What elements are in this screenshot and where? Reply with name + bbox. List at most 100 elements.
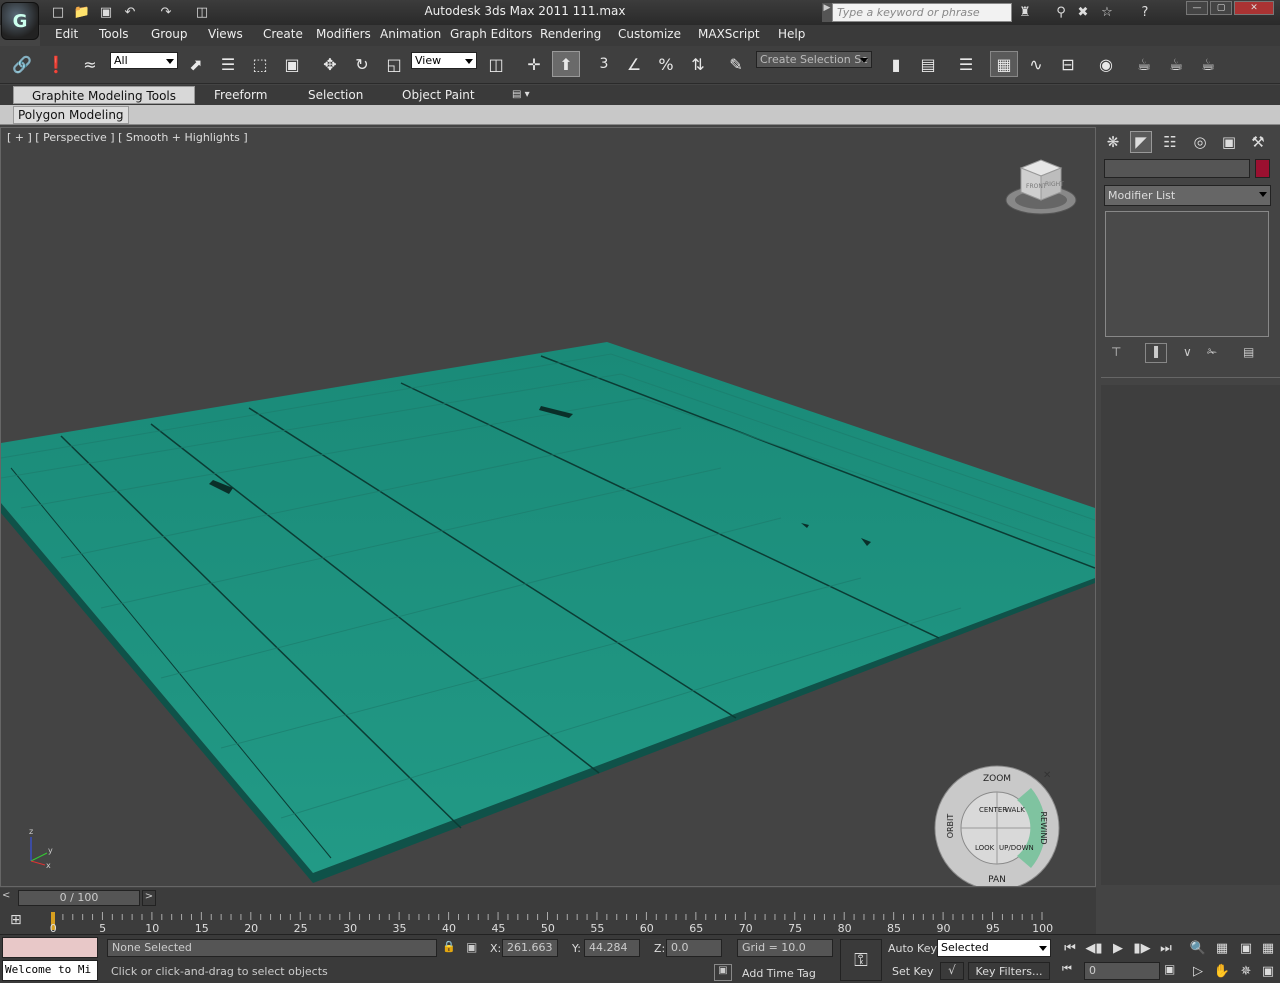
tab-freeform[interactable]: Freeform <box>208 86 273 104</box>
select-and-link-icon[interactable]: 🔗 <box>8 51 36 77</box>
menu-animation[interactable]: Animation <box>380 27 441 41</box>
time-configuration-icon[interactable]: ▣ <box>1164 962 1182 980</box>
pin-stack-icon[interactable]: ⊤ <box>1111 345 1129 361</box>
select-and-move-icon[interactable]: ✥ <box>316 51 344 77</box>
tangent-icon[interactable]: √ <box>940 962 964 980</box>
menu-group[interactable]: Group <box>151 27 188 41</box>
wheel-close-icon[interactable]: ✕ <box>1043 770 1055 782</box>
unlink-icon[interactable]: ❗ <box>42 51 70 77</box>
modify-tab-icon[interactable]: ◤ <box>1130 131 1152 153</box>
minimize-button[interactable]: — <box>1186 1 1208 15</box>
communication-center-icon[interactable]: ✖ <box>1074 3 1092 21</box>
hierarchy-tab-icon[interactable]: ☷ <box>1159 131 1181 153</box>
undo-icon[interactable]: ↶ <box>120 3 140 21</box>
reference-coordinate-dropdown[interactable]: View <box>411 52 477 69</box>
set-key-button[interactable]: Set Key <box>892 965 934 978</box>
menu-views[interactable]: Views <box>208 27 243 41</box>
mini-curve-editor-icon[interactable]: ⊞ <box>10 912 32 930</box>
remove-modifier-icon[interactable]: ✁ <box>1207 345 1225 361</box>
project-folder-icon[interactable]: ◫ <box>192 3 212 21</box>
maximize-button[interactable]: ▢ <box>1210 1 1232 15</box>
tab-graphite-modeling-tools[interactable]: Graphite Modeling Tools <box>13 86 195 104</box>
pan-view-icon[interactable]: ✋ <box>1212 962 1232 980</box>
utilities-tab-icon[interactable]: ⚒ <box>1247 131 1269 153</box>
orbit-icon[interactable]: ✵ <box>1236 962 1256 980</box>
menu-help[interactable]: Help <box>778 27 805 41</box>
add-time-tag-button[interactable]: Add Time Tag <box>742 967 816 980</box>
help-icon[interactable]: ? <box>1136 3 1154 21</box>
time-tag-icon[interactable]: ▣ <box>714 964 732 981</box>
use-pivot-center-icon[interactable]: ◫ <box>482 51 510 77</box>
field-of-view-icon[interactable]: ▷ <box>1188 962 1208 980</box>
display-tab-icon[interactable]: ▣ <box>1218 131 1240 153</box>
maximize-viewport-icon[interactable]: ▣ <box>1258 962 1278 980</box>
select-and-scale-icon[interactable]: ◱ <box>380 51 408 77</box>
modifier-list-dropdown[interactable]: Modifier List <box>1104 185 1271 206</box>
mirror-icon[interactable]: ▮ <box>882 51 910 77</box>
menu-modifiers[interactable]: Modifiers <box>316 27 371 41</box>
time-slider[interactable]: 0 / 100 <box>18 890 140 906</box>
redo-icon[interactable]: ↷ <box>156 3 176 21</box>
menu-graph-editors[interactable]: Graph Editors <box>450 27 532 41</box>
edit-named-selection-icon[interactable]: ✎ <box>722 51 750 77</box>
keyboard-shortcut-override-icon[interactable]: ⬆ <box>552 51 580 77</box>
go-to-end-icon[interactable]: ⏭ <box>1156 939 1176 957</box>
select-object-icon[interactable]: ⬈ <box>182 51 210 77</box>
set-key-icon[interactable]: ⚿ <box>840 939 882 981</box>
zoom-extents-all-icon[interactable]: ▦ <box>1258 939 1278 957</box>
menu-edit[interactable]: Edit <box>55 27 78 41</box>
binoculars-icon[interactable]: ♜ <box>1016 3 1034 21</box>
z-coordinate-field[interactable]: 0.0 <box>666 939 722 957</box>
previous-frame-icon[interactable]: ◀▮ <box>1084 939 1104 957</box>
key-mode-dropdown[interactable]: Selected <box>937 939 1051 957</box>
object-color-swatch[interactable] <box>1255 159 1270 178</box>
maxscript-listener-input[interactable]: Welcome to Mi <box>2 960 98 981</box>
material-editor-icon[interactable]: ◉ <box>1092 51 1120 77</box>
percent-snap-icon[interactable]: % <box>652 51 680 77</box>
modifier-stack[interactable] <box>1105 211 1269 337</box>
snaps-toggle-icon[interactable]: 3 <box>590 51 618 77</box>
menu-rendering[interactable]: Rendering <box>540 27 601 41</box>
application-menu-button[interactable]: G <box>1 2 39 40</box>
menu-customize[interactable]: Customize <box>618 27 681 41</box>
bind-space-warp-icon[interactable]: ≈ <box>76 51 104 77</box>
zoom-all-icon[interactable]: ▦ <box>1212 939 1232 957</box>
polygon-modeling-button[interactable]: Polygon Modeling <box>13 106 129 124</box>
schematic-view-icon[interactable]: ⊟ <box>1054 51 1082 77</box>
graphite-toggle-icon[interactable]: ▦ <box>990 51 1018 77</box>
rendered-frame-window-icon[interactable]: ☕ <box>1162 51 1190 77</box>
key-mode-toggle-icon[interactable]: ⏮ <box>1062 962 1080 980</box>
object-name-field[interactable] <box>1104 159 1250 178</box>
select-and-rotate-icon[interactable]: ↻ <box>348 51 376 77</box>
render-production-icon[interactable]: ☕ <box>1194 51 1222 77</box>
motion-tab-icon[interactable]: ◎ <box>1189 131 1211 153</box>
search-input[interactable]: Type a keyword or phrase <box>832 3 1012 22</box>
maxscript-listener-pink[interactable] <box>2 937 98 958</box>
transform-mode-icon[interactable]: ▣ <box>466 940 484 956</box>
configure-modifier-sets-icon[interactable]: ▤ <box>1243 345 1261 361</box>
select-and-manipulate-icon[interactable]: ✛ <box>520 51 548 77</box>
render-setup-icon[interactable]: ☕ <box>1130 51 1158 77</box>
favorites-star-icon[interactable]: ☆ <box>1098 3 1116 21</box>
named-selection-dropdown[interactable]: Create Selection Se <box>756 51 872 68</box>
search-expand-icon[interactable]: ▶ <box>822 3 832 22</box>
rectangular-selection-icon[interactable]: ⬚ <box>246 51 274 77</box>
open-file-icon[interactable]: 📁 <box>72 3 92 21</box>
create-tab-icon[interactable]: ❋ <box>1102 131 1124 153</box>
menu-maxscript[interactable]: MAXScript <box>698 27 760 41</box>
menu-create[interactable]: Create <box>263 27 303 41</box>
play-icon[interactable]: ▶ <box>1108 939 1128 957</box>
go-to-start-icon[interactable]: ⏮ <box>1060 939 1080 957</box>
layer-manager-icon[interactable]: ☰ <box>952 51 980 77</box>
select-by-name-icon[interactable]: ☰ <box>214 51 242 77</box>
next-frame-icon[interactable]: ▮▶ <box>1132 939 1152 957</box>
key-filters-button[interactable]: Key Filters... <box>968 962 1050 980</box>
tab-selection[interactable]: Selection <box>302 86 369 104</box>
tab-object-paint[interactable]: Object Paint <box>396 86 481 104</box>
zoom-icon[interactable]: 🔍 <box>1188 939 1208 957</box>
menu-tools[interactable]: Tools <box>99 27 129 41</box>
save-icon[interactable]: ▣ <box>96 3 116 21</box>
align-icon[interactable]: ▤ <box>914 51 942 77</box>
ribbon-options-icon[interactable]: ▤ ▾ <box>512 89 538 101</box>
make-unique-icon[interactable]: ∨ <box>1183 345 1201 361</box>
